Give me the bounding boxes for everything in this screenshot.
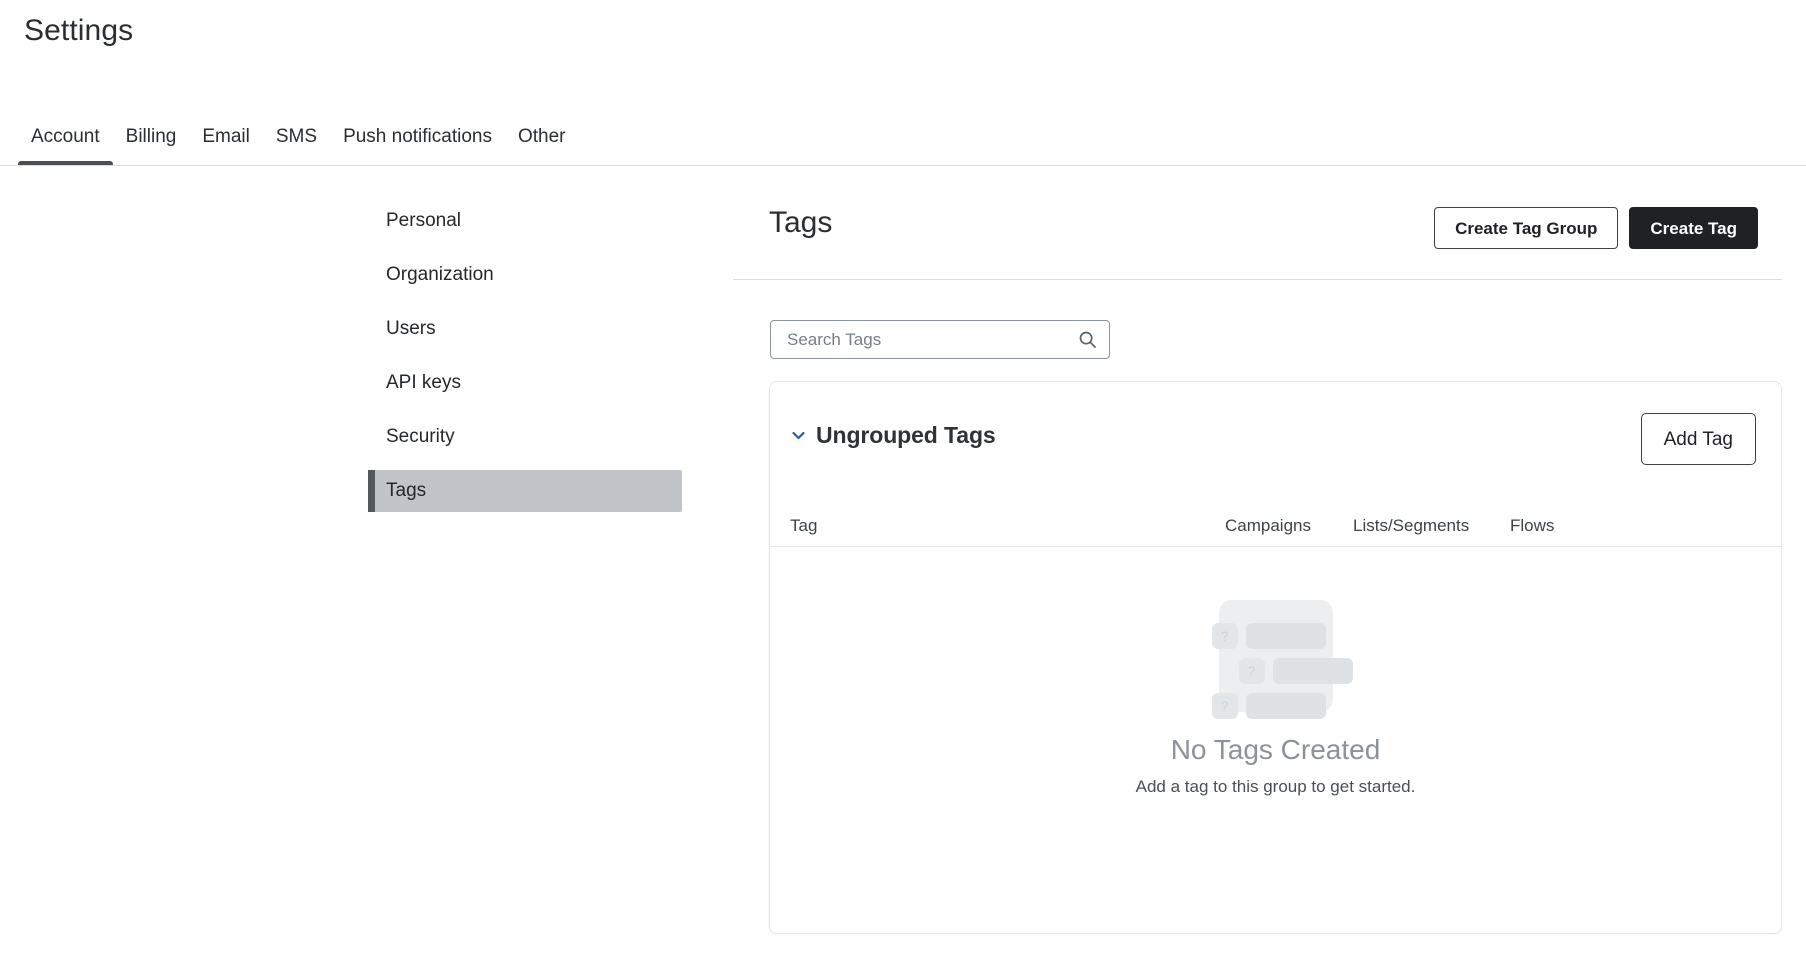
empty-state: ? ? ? No Tags Created Add a tag to this … [770, 547, 1781, 797]
sidebar-item-tags[interactable]: Tags [368, 470, 682, 512]
group-header: Ungrouped Tags Add Tag [770, 382, 1781, 495]
empty-state-title: No Tags Created [1170, 734, 1381, 765]
settings-page: Settings Account Billing Email SMS Push … [0, 0, 1806, 958]
tab-other-label: Other [517, 126, 566, 147]
tab-sms-label: SMS [275, 126, 318, 147]
tab-push-notifications-label: Push notifications [343, 126, 492, 147]
search-icon[interactable] [1078, 330, 1097, 349]
sidebar-item-label: Tags [386, 480, 427, 501]
tab-bar: Account Billing Email SMS Push notificat… [0, 88, 1806, 166]
tab-account[interactable]: Account [18, 127, 113, 166]
active-indicator [368, 470, 375, 512]
active-indicator [368, 416, 375, 458]
tab-billing[interactable]: Billing [113, 127, 190, 166]
sidebar-item-label: Users [386, 318, 436, 339]
tab-billing-label: Billing [125, 126, 177, 147]
sidebar-item-api-keys[interactable]: API keys [368, 362, 682, 404]
search-tags-wrapper [770, 320, 1110, 359]
group-title-label: Ungrouped Tags [816, 422, 996, 448]
active-indicator [368, 362, 375, 404]
sidebar-item-organization[interactable]: Organization [368, 254, 682, 296]
tags-header: Tags Create Tag Group Create Tag [733, 196, 1782, 280]
header-actions: Create Tag Group Create Tag [1434, 207, 1758, 249]
tab-push-notifications[interactable]: Push notifications [330, 127, 505, 166]
empty-state-illustration-icon: ? ? ? [1211, 600, 1353, 719]
illustration-question-icon: ? [1211, 693, 1238, 719]
tab-sms[interactable]: SMS [263, 127, 330, 166]
tab-list: Account Billing Email SMS Push notificat… [18, 88, 579, 166]
illustration-bar [1245, 623, 1326, 649]
sidebar-item-label: API keys [386, 372, 461, 393]
tab-email-label: Email [202, 126, 250, 147]
search-input[interactable] [785, 328, 1078, 351]
active-indicator [368, 308, 375, 350]
tab-bar-divider [0, 165, 1806, 166]
sidebar-item-personal[interactable]: Personal [368, 200, 682, 242]
add-tag-button[interactable]: Add Tag [1640, 413, 1756, 465]
illustration-bar [1272, 658, 1353, 684]
tags-main: Tags Create Tag Group Create Tag Search … [733, 196, 1782, 934]
sidebar-item-security[interactable]: Security [368, 416, 682, 458]
group-title-toggle[interactable]: Ungrouped Tags [790, 422, 996, 449]
sidebar-item-label: Organization [386, 264, 494, 285]
column-header-flows: Flows [1510, 516, 1555, 535]
ungrouped-tags-card: Ungrouped Tags Add Tag Tag Campaigns Lis… [769, 381, 1782, 934]
create-tag-button[interactable]: Create Tag [1629, 207, 1758, 249]
page-title: Settings [24, 14, 134, 47]
active-indicator [368, 254, 375, 296]
add-tag-wrapper: Add Tag [1640, 413, 1756, 465]
tab-other[interactable]: Other [505, 127, 579, 166]
empty-state-subtitle: Add a tag to this group to get started. [1135, 777, 1416, 796]
settings-subnav: Personal Organization Users API keys Sec… [368, 200, 682, 524]
illustration-question-icon: ? [1211, 623, 1238, 649]
create-tag-group-button[interactable]: Create Tag Group [1434, 207, 1619, 249]
column-header-campaigns: Campaigns [1225, 516, 1311, 535]
sidebar-item-label: Security [386, 426, 455, 447]
tab-email[interactable]: Email [189, 127, 263, 166]
section-title: Tags [769, 206, 833, 239]
illustration-question-icon: ? [1238, 658, 1265, 684]
illustration-bar [1245, 693, 1326, 719]
tags-table-header: Tag Campaigns Lists/Segments Flows [770, 495, 1781, 547]
header-divider [733, 279, 1782, 280]
sidebar-item-label: Personal [386, 210, 461, 231]
column-header-lists-segments: Lists/Segments [1353, 516, 1470, 535]
sidebar-item-users[interactable]: Users [368, 308, 682, 350]
chevron-down-icon[interactable] [790, 427, 807, 444]
column-header-tag: Tag [790, 516, 818, 535]
search-box[interactable] [770, 320, 1110, 359]
active-indicator [368, 200, 375, 242]
tab-account-label: Account [31, 126, 100, 147]
